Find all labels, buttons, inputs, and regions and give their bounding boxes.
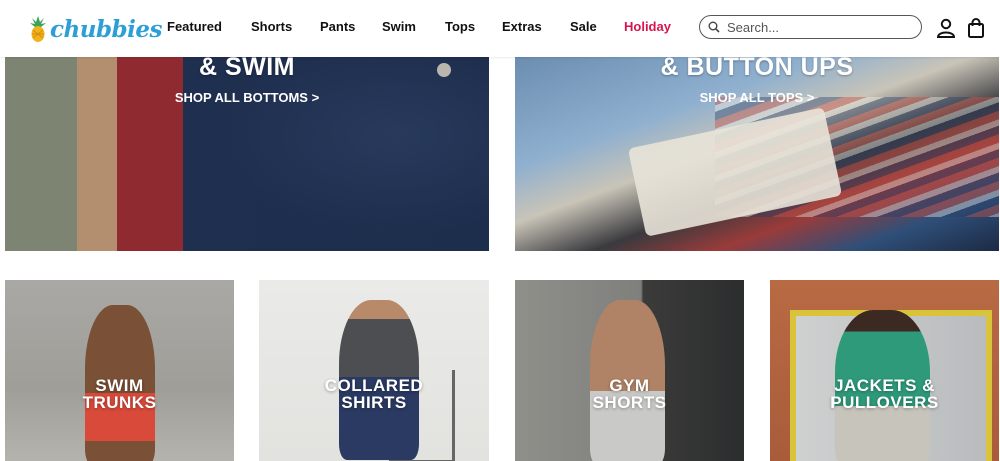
hero-title: & BUTTON UPS [660, 57, 854, 81]
category-label-line1: JACKETS & [834, 376, 935, 395]
search-input[interactable] [725, 18, 909, 36]
category-label-line1: GYM [609, 376, 650, 395]
nav-shorts[interactable]: Shorts [251, 19, 292, 34]
cart-button[interactable] [965, 16, 987, 40]
nav-sale[interactable]: Sale [570, 19, 597, 34]
hero-image-shading [183, 57, 489, 251]
shop-all-bottoms-link[interactable]: SHOP ALL BOTTOMS > [5, 90, 489, 105]
category-label-line2: TRUNKS [82, 393, 157, 412]
category-label-line1: SWIM [95, 376, 144, 395]
nav-holiday[interactable]: Holiday [624, 19, 671, 34]
nav-tops[interactable]: Tops [445, 19, 475, 34]
pineapple-icon [30, 16, 46, 42]
shop-all-tops-link[interactable]: SHOP ALL TOPS > [515, 90, 999, 105]
category-gym-shorts[interactable]: GYM SHORTS [515, 280, 744, 461]
hero-tops[interactable]: & BUTTON UPS SHOP ALL TOPS > [515, 57, 999, 251]
nav-swim[interactable]: Swim [382, 19, 416, 34]
category-label-line2: PULLOVERS [830, 393, 939, 412]
search-icon [708, 21, 720, 33]
category-swim-trunks[interactable]: SWIM TRUNKS [5, 280, 234, 461]
category-jackets-pullovers[interactable]: JACKETS & PULLOVERS [770, 280, 999, 461]
nav-pants[interactable]: Pants [320, 19, 355, 34]
logo[interactable]: chubbies [30, 14, 162, 44]
category-label-line1: COLLARED [324, 376, 424, 395]
hero-title: & SWIM [198, 57, 296, 81]
category-label: SWIM TRUNKS [5, 377, 234, 411]
category-label: COLLARED SHIRTS [259, 377, 489, 411]
category-label: JACKETS & PULLOVERS [770, 377, 999, 411]
search-box[interactable] [699, 15, 922, 39]
logo-text: chubbies [50, 15, 162, 43]
hero-shirt-collar [627, 107, 843, 237]
nav-extras[interactable]: Extras [502, 19, 542, 34]
hero-bottoms[interactable]: & SWIM SHOP ALL BOTTOMS > [5, 57, 489, 251]
category-label-line2: SHIRTS [341, 393, 407, 412]
category-label: GYM SHORTS [515, 377, 744, 411]
nav-featured[interactable]: Featured [167, 19, 222, 34]
category-label-line2: SHORTS [592, 393, 667, 412]
user-icon [936, 18, 956, 38]
bag-icon [968, 18, 984, 38]
category-collared-shirts[interactable]: COLLARED SHIRTS [259, 280, 489, 461]
account-button[interactable] [935, 16, 957, 40]
site-header: chubbies Featured Shorts Pants Swim Tops… [0, 0, 1000, 57]
